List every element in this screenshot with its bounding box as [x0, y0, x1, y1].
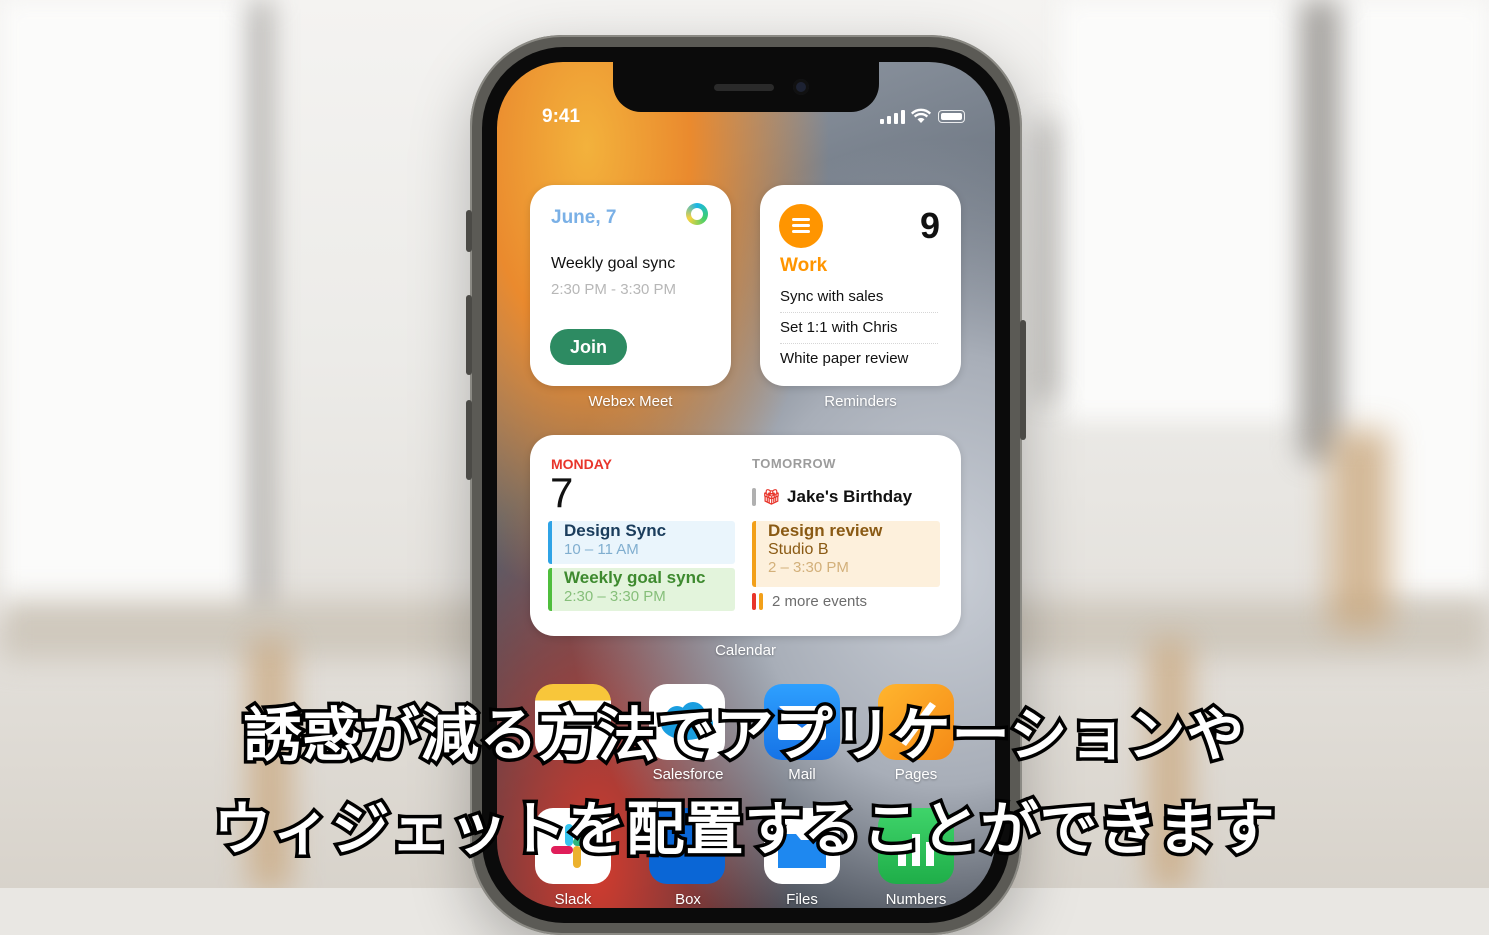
event-title: Design review	[768, 521, 883, 540]
list-icon	[779, 204, 823, 248]
gift-icon: 🎁︎	[762, 489, 782, 506]
event-time: 2 – 3:30 PM	[768, 559, 849, 576]
today-date: 7	[550, 469, 574, 516]
volume-up-button	[466, 295, 472, 375]
app-label: Box	[675, 891, 701, 908]
reminder-item[interactable]: Set 1:1 with Chris	[780, 319, 938, 344]
subtitle-line-2: ウィジェットを配置することができます	[210, 792, 1278, 867]
reminder-list-name: Work	[780, 255, 828, 276]
app-label: Files	[786, 891, 818, 908]
front-camera	[793, 79, 809, 95]
battery-icon	[938, 110, 965, 123]
power-button	[1020, 320, 1026, 440]
calendar-event[interactable]: Weekly goal sync 2:30 – 3:30 PM	[548, 568, 735, 611]
cellular-signal-icon	[880, 110, 905, 124]
webex-widget-label: Webex Meet	[588, 393, 673, 410]
mute-switch	[466, 210, 472, 252]
calendar-widget-label: Calendar	[715, 642, 776, 659]
meeting-time: 2:30 PM - 3:30 PM	[551, 281, 677, 298]
calendar-event[interactable]: Design Sync 10 – 11 AM	[548, 521, 735, 564]
event-time: 2:30 – 3:30 PM	[564, 588, 666, 605]
event-location: Studio B	[768, 541, 829, 558]
calendar-event[interactable]: Design review Studio B 2 – 3:30 PM	[752, 521, 940, 587]
app-label: Slack	[554, 891, 592, 908]
event-title: Design Sync	[564, 521, 667, 540]
calendar-widget[interactable]: MONDAY 7 Design Sync 10 – 11 AM Weekly g…	[530, 435, 961, 636]
more-events-label: 2 more events	[772, 593, 868, 610]
meeting-date: June, 7	[551, 207, 617, 228]
more-events[interactable]: 2 more events	[752, 593, 867, 610]
birthday-title: Jake's Birthday	[787, 487, 913, 506]
speaker-grille	[714, 84, 774, 91]
birthday-event[interactable]: 🎁︎ Jake's Birthday	[752, 487, 912, 507]
notch	[613, 62, 879, 112]
reminder-count: 9	[919, 205, 940, 246]
reminders-widget[interactable]: 9 Work Sync with sales Set 1:1 with Chri…	[760, 185, 961, 386]
status-time: 9:41	[542, 106, 581, 127]
app-label: Numbers	[885, 891, 947, 908]
event-time: 10 – 11 AM	[564, 541, 639, 558]
wifi-icon	[910, 108, 932, 123]
event-title: Weekly goal sync	[564, 568, 706, 587]
reminders-widget-label: Reminders	[824, 393, 897, 410]
subtitle-line-1: 誘惑が減る方法でアプリケーションや	[240, 698, 1248, 773]
webex-meet-widget[interactable]: June, 7 Weekly goal sync 2:30 PM - 3:30 …	[530, 185, 731, 386]
birthday-color-bar	[752, 488, 756, 506]
reminder-item[interactable]: White paper review	[780, 350, 938, 374]
meeting-title: Weekly goal sync	[551, 255, 676, 272]
volume-down-button	[466, 400, 472, 480]
webex-logo-icon	[686, 203, 708, 225]
reminder-item[interactable]: Sync with sales	[780, 288, 938, 313]
join-button[interactable]: Join	[550, 329, 627, 365]
tomorrow-heading: TOMORROW	[752, 456, 836, 471]
